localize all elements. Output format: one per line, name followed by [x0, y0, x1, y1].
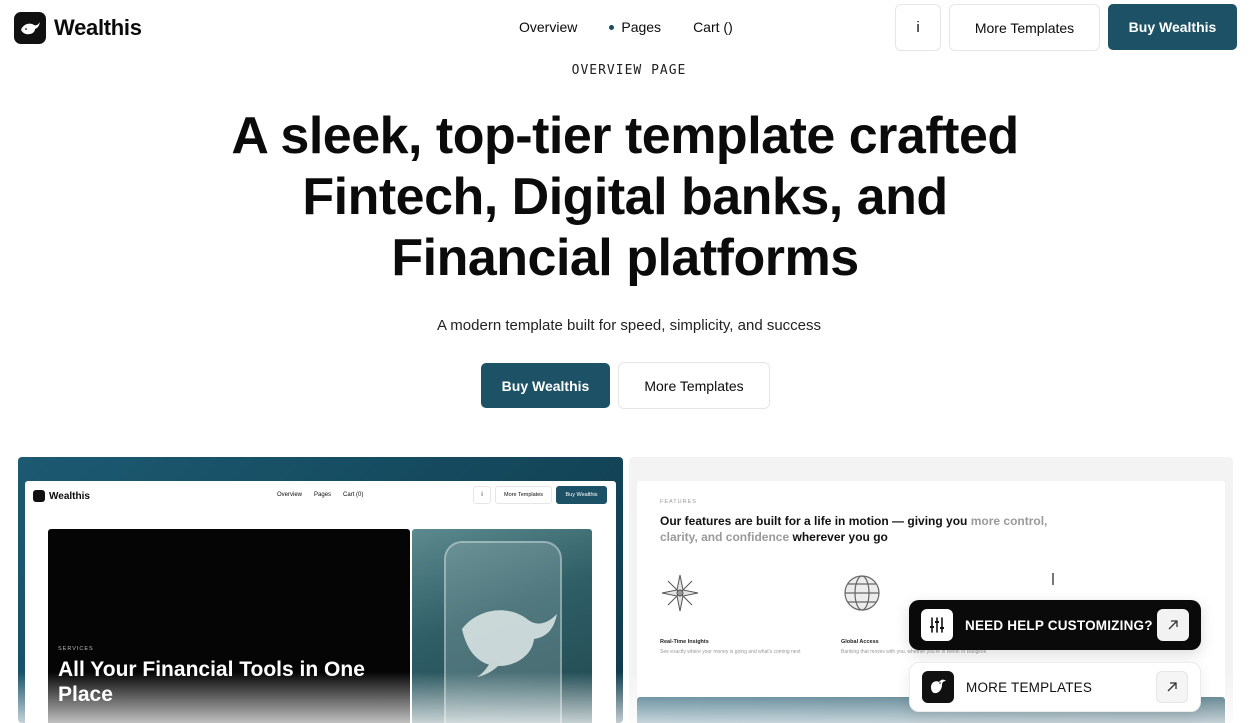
mini-nav-overview: Overview: [277, 492, 303, 498]
features-headline-dark: Our features are built for a life in mot…: [660, 514, 968, 528]
more-templates-button[interactable]: More Templates: [949, 4, 1100, 51]
help-customizing-widget[interactable]: NEED HELP CUSTOMIZING?: [909, 600, 1201, 650]
mini-nav: Overview Pages Cart (0): [277, 492, 363, 498]
brand-name: Wealthis: [54, 15, 142, 40]
bird-logo-icon: [922, 671, 954, 703]
mini-logo-icon: [33, 490, 45, 502]
whale-photo: [412, 529, 592, 723]
features-headline-end: wherever you go: [792, 529, 888, 544]
mini-logo: Wealthis: [33, 490, 90, 502]
buy-button[interactable]: Buy Wealthis: [1108, 4, 1237, 50]
globe-icon: [844, 575, 880, 611]
mini-more-button: More Templates: [495, 486, 552, 504]
hero-headline: A sleek, top-tier template crafted Finte…: [150, 106, 1100, 289]
more-templates-widget[interactable]: MORE TEMPLATES: [909, 662, 1201, 712]
brand-logo[interactable]: Wealthis: [14, 12, 142, 44]
headline-line-1: A sleek, top-tier template crafted: [231, 107, 1019, 165]
mini-dark-panel: SERVICES All Your Financial Tools in One…: [48, 529, 410, 723]
feature-desc-1: See exactly where your money is going an…: [660, 649, 801, 655]
sliders-icon: [921, 609, 953, 641]
nav-cart[interactable]: Cart (): [693, 19, 733, 35]
whale-illustration-icon: [462, 610, 557, 677]
hero-buy-button[interactable]: Buy Wealthis: [481, 363, 610, 408]
nav-pages-label: Pages: [621, 19, 662, 35]
page-eyebrow: OVERVIEW PAGE: [571, 63, 687, 78]
main-nav: Overview Pages Cart (): [519, 19, 733, 35]
info-button[interactable]: i: [895, 4, 941, 51]
compass-icon: [661, 574, 699, 612]
mini-buy-button: Buy Wealthis: [556, 486, 607, 504]
help-widget-label: NEED HELP CUSTOMIZING?: [965, 617, 1153, 633]
mini-info-button: i: [473, 486, 491, 504]
arrow-up-right-icon: [1157, 609, 1189, 641]
mini-services-headline: All Your Financial Tools in One Place: [58, 658, 365, 706]
more-widget-label: MORE TEMPLATES: [966, 679, 1093, 695]
features-headline: Our features are built for a life in mot…: [660, 514, 1060, 545]
mini-nav-cart: Cart (0): [343, 492, 364, 498]
feature-title-2: Global Access: [841, 639, 879, 645]
hero-subline: A modern template built for speed, simpl…: [436, 317, 822, 334]
active-dot-icon: [609, 24, 615, 30]
whale-logo-icon: [14, 12, 46, 44]
mini-page-screenshot: Wealthis Overview Pages Cart (0) i More …: [25, 481, 616, 723]
features-eyebrow: FEATURES: [660, 499, 697, 505]
feature-icon-3: [1052, 573, 1054, 585]
arrow-up-right-icon: [1156, 671, 1188, 703]
headline-line-3: Financial platforms: [391, 229, 859, 287]
nav-overview[interactable]: Overview: [519, 19, 577, 35]
mini-services-eyebrow: SERVICES: [58, 646, 94, 652]
headline-line-2: Fintech, Digital banks, and: [302, 168, 948, 226]
feature-title-1: Real-Time Insights: [660, 639, 709, 645]
hero-more-templates-button[interactable]: More Templates: [618, 362, 770, 409]
mini-nav-pages: Pages: [314, 492, 332, 498]
preview-card-services[interactable]: Wealthis Overview Pages Cart (0) i More …: [18, 457, 623, 723]
mini-brand: Wealthis: [49, 490, 90, 502]
nav-pages[interactable]: Pages: [609, 19, 661, 35]
